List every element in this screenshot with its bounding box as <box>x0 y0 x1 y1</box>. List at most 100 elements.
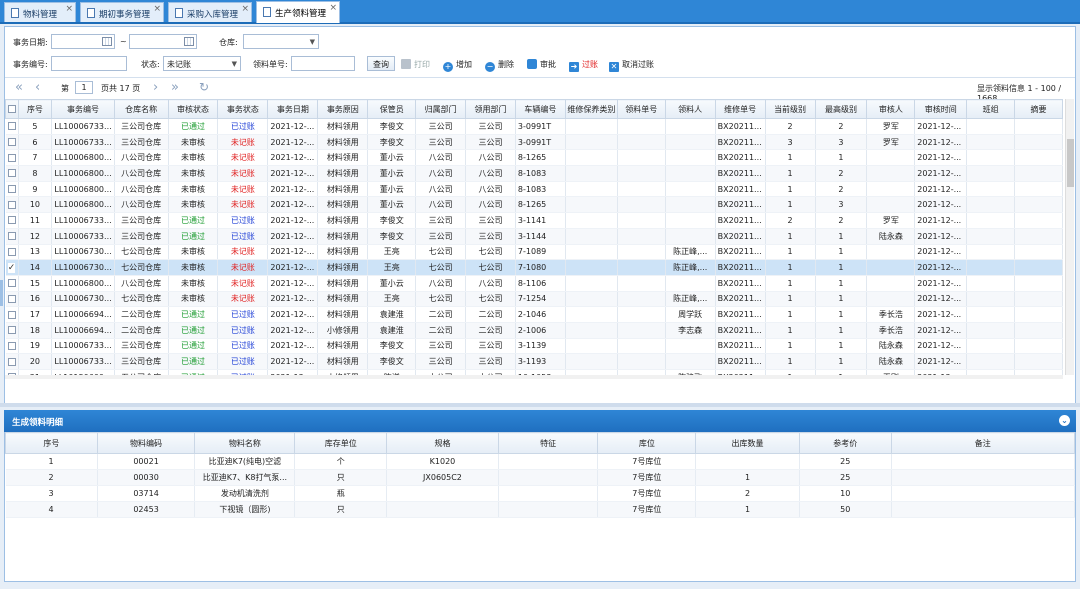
scrollbar-thumb[interactable] <box>1067 139 1074 187</box>
column-header[interactable]: 序号 <box>17 99 53 119</box>
column-header[interactable]: 审核状态 <box>167 99 219 119</box>
post-button[interactable]: ➜ 过账 <box>565 56 602 72</box>
panel-splitter[interactable] <box>0 403 1080 407</box>
column-header[interactable]: 事务原因 <box>317 99 369 119</box>
detail-column-header[interactable]: 出库数量 <box>695 432 800 454</box>
page-number-input[interactable]: 1 <box>75 81 93 94</box>
last-page-icon[interactable]: » <box>171 80 179 95</box>
tab-opening-transactions[interactable]: 期初事务管理 × <box>80 2 164 22</box>
grid-vertical-scrollbar[interactable] <box>1065 99 1074 375</box>
side-splitter-handle[interactable] <box>0 280 3 306</box>
close-icon[interactable]: × <box>65 4 73 14</box>
column-header[interactable]: 班组 <box>966 99 1016 119</box>
table-row[interactable]: 6 LL10006733... 三公司仓库 未审核 未记账 2021-12-... 材料领用… <box>5 134 1063 151</box>
detail-column-header[interactable]: 特征 <box>497 432 599 454</box>
table-row[interactable]: 7 LL10006800... 八公司仓库 未审核 未记账 2021-12-... 材料领用… <box>5 149 1063 167</box>
unpost-button[interactable]: ✕ 取消过账 <box>605 56 658 72</box>
detail-column-header[interactable]: 备注 <box>890 432 1075 454</box>
table-row[interactable]: 12 LL10006733... 三公司仓库 已通过 已过账 2021-12-... 材料领… <box>5 228 1063 245</box>
detail-column-header[interactable]: 物料名称 <box>194 432 296 454</box>
collapse-icon[interactable]: ⌄ <box>1059 415 1070 426</box>
column-header[interactable]: 审核人 <box>866 99 916 119</box>
table-row[interactable]: 11 LL10006733... 三公司仓库 已通过 已过账 2021-12-... 材料领… <box>5 212 1063 229</box>
column-header[interactable]: 审核时间 <box>914 99 968 119</box>
detail-column-header[interactable]: 库位 <box>597 432 697 454</box>
row-checkbox[interactable] <box>5 306 19 323</box>
table-row[interactable]: 15 LL10006800... 八公司仓库 未审核 未记账 2021-12-... 材料领… <box>5 275 1063 292</box>
row-checkbox[interactable] <box>5 149 19 167</box>
table-row[interactable]: 18 LL10006694... 二公司仓库 已通过 已过账 2021-12-... 小修领… <box>5 322 1063 339</box>
close-icon[interactable]: × <box>241 4 249 14</box>
column-header[interactable]: 维修单号 <box>714 99 766 119</box>
column-header[interactable]: 领料单号 <box>616 99 666 119</box>
column-header[interactable]: 归属部门 <box>415 99 467 119</box>
query-button[interactable]: 查询 <box>367 56 395 71</box>
row-checkbox[interactable] <box>5 228 19 245</box>
date-end-input[interactable] <box>129 34 197 49</box>
row-checkbox[interactable] <box>5 275 19 292</box>
detail-row[interactable]: 3 03714 发动机清洗剂瓶 7号库位 2 10 <box>5 485 1075 502</box>
grid-horizontal-scrollbar[interactable] <box>5 375 1063 379</box>
row-checkbox[interactable] <box>5 118 19 135</box>
column-header[interactable]: 保管员 <box>367 99 417 119</box>
approve-button[interactable]: 审批 <box>523 56 560 71</box>
calendar-icon[interactable] <box>184 37 194 46</box>
close-icon[interactable]: × <box>153 4 161 14</box>
detail-row[interactable]: 4 02453 下视镜（圆形) 只 7号库位 1 50 <box>5 501 1075 518</box>
row-checkbox[interactable] <box>5 212 19 229</box>
detail-column-header[interactable]: 物料编码 <box>96 432 196 454</box>
tab-production-picking[interactable]: 生产领料管理 × <box>256 1 340 23</box>
table-row[interactable]: 19 LL10006733... 三公司仓库 已通过 已过账 2021-12-... 材料领… <box>5 338 1063 355</box>
txn-no-input[interactable] <box>51 56 127 71</box>
next-page-icon[interactable]: › <box>153 80 158 95</box>
row-checkbox[interactable] <box>5 134 19 151</box>
table-row[interactable]: 16 LL10006730... 七公司仓库 未审核 未记账 2021-12-... 材料领… <box>5 291 1063 308</box>
row-checkbox[interactable]: ✓ <box>5 259 19 276</box>
delete-button[interactable]: − 删除 <box>481 56 518 72</box>
column-header[interactable]: 当前级别 <box>764 99 816 119</box>
tab-purchase-inbound[interactable]: 采购入库管理 × <box>168 2 252 22</box>
select-all-checkbox[interactable] <box>5 99 19 119</box>
table-row[interactable]: 13 LL10006730... 七公司仓库 未审核 未记账 2021-12-... 材料领… <box>5 244 1063 261</box>
column-header[interactable]: 维修保养类别 <box>564 99 618 119</box>
table-row[interactable]: 8 LL10006800... 八公司仓库 未审核 未记账 2021-12-... 材料领用… <box>5 165 1063 182</box>
column-header[interactable]: 仓库名称 <box>113 99 169 119</box>
table-row[interactable]: 17 LL10006694... 二公司仓库 已通过 已过账 2021-12-... 材料领… <box>5 306 1063 323</box>
date-start-input[interactable] <box>51 34 115 49</box>
table-row[interactable]: 5 LL10006733... 三公司仓库 已通过 已过账 2021-12-... 材料领用… <box>5 118 1063 135</box>
column-header[interactable]: 最高级别 <box>814 99 868 119</box>
row-checkbox[interactable] <box>5 165 19 182</box>
detail-column-header[interactable]: 参考价 <box>798 432 892 454</box>
detail-column-header[interactable]: 库存单位 <box>294 432 388 454</box>
row-checkbox[interactable] <box>5 181 19 198</box>
table-row[interactable]: ✓ 14 LL10006730... 七公司仓库 未审核 未记账 2021-12-... 材料… <box>5 259 1063 276</box>
add-button[interactable]: + 增加 <box>439 56 476 72</box>
first-page-icon[interactable]: « <box>15 80 23 95</box>
calendar-icon[interactable] <box>102 37 112 46</box>
column-header[interactable]: 事务状态 <box>217 99 269 119</box>
table-row[interactable]: 20 LL10006733... 三公司仓库 已通过 已过账 2021-12-... 材料领… <box>5 353 1063 370</box>
row-checkbox[interactable] <box>5 322 19 339</box>
prev-page-icon[interactable]: ‹ <box>35 80 40 95</box>
tab-material-management[interactable]: 物料管理 × <box>4 2 76 22</box>
column-header[interactable]: 领用部门 <box>465 99 516 119</box>
row-checkbox[interactable] <box>5 291 19 308</box>
warehouse-select[interactable]: ▼ <box>243 34 319 49</box>
pick-no-input[interactable] <box>291 56 355 71</box>
status-select[interactable]: 未记账 ▼ <box>163 56 241 71</box>
table-row[interactable]: 10 LL10006800... 八公司仓库 未审核 未记账 2021-12-... 材料领… <box>5 196 1063 214</box>
detail-row[interactable]: 2 00030 比亚迪K7、K8打气泵... 只 JX0605C2 7号库位 1 25 <box>5 469 1075 486</box>
column-header[interactable]: 事务编号 <box>51 99 115 119</box>
row-checkbox[interactable] <box>5 244 19 261</box>
row-checkbox[interactable] <box>5 196 19 214</box>
row-checkbox[interactable] <box>5 338 19 355</box>
column-header[interactable]: 事务日期 <box>267 99 319 119</box>
detail-row[interactable]: 1 00021 比亚迪K7(纯电)空滤个 K1020 7号库位 25 <box>5 453 1075 470</box>
close-icon[interactable]: × <box>329 3 337 13</box>
table-row[interactable]: 9 LL10006800... 八公司仓库 未审核 未记账 2021-12-... 材料领用… <box>5 181 1063 198</box>
refresh-icon[interactable]: ↻ <box>199 80 209 94</box>
print-button[interactable]: 打印 <box>397 56 434 71</box>
detail-column-header[interactable]: 序号 <box>5 432 98 454</box>
column-header[interactable]: 车辆编号 <box>514 99 566 119</box>
row-checkbox[interactable] <box>5 353 19 370</box>
